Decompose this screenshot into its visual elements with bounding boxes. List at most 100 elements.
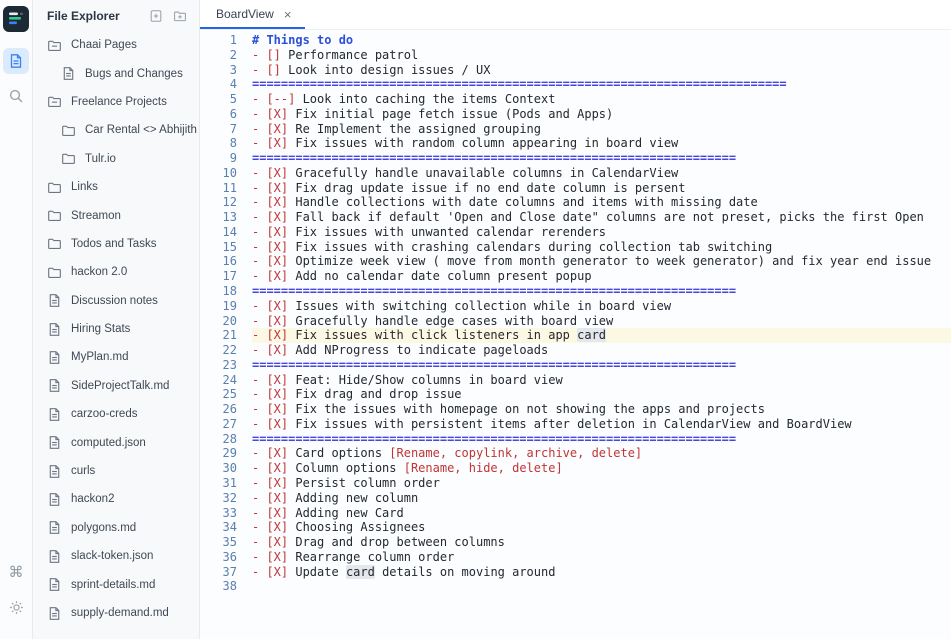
editor-line-code[interactable]: - [X] Drag and drop between columns xyxy=(252,535,951,550)
editor-line-code[interactable]: ========================================… xyxy=(252,284,951,299)
line-number[interactable]: 32 xyxy=(200,491,237,506)
editor-line[interactable]: 31 - [X] Persist column order xyxy=(200,476,951,491)
editor-line[interactable]: 20 - [X] Gracefully handle edge cases wit… xyxy=(200,314,951,329)
tab-close-icon[interactable]: × xyxy=(284,8,292,21)
editor-line[interactable]: 24 - [X] Feat: Hide/Show columns in board… xyxy=(200,373,951,388)
sidebar-item-curls[interactable]: curls xyxy=(33,457,199,485)
editor-line-code[interactable]: - [X] Fix the issues with homepage on no… xyxy=(252,402,951,417)
line-number[interactable]: 23 xyxy=(200,358,237,373)
line-number[interactable]: 5 xyxy=(200,92,237,107)
line-number[interactable]: 30 xyxy=(200,461,237,476)
line-number[interactable]: 29 xyxy=(200,446,237,461)
editor-line[interactable]: 6 - [X] Fix initial page fetch issue (Pod… xyxy=(200,107,951,122)
line-number[interactable]: 15 xyxy=(200,240,237,255)
editor-line-code[interactable]: - [X] Fix issues with random column appe… xyxy=(252,136,951,151)
editor-line-code[interactable]: - [X] Fix issues with crashing calendars… xyxy=(252,240,951,255)
editor-line[interactable]: 21 - [X] Fix issues with click listeners … xyxy=(200,328,951,344)
sidebar-item-freelance-projects[interactable]: Freelance Projects xyxy=(33,88,199,116)
settings-icon[interactable] xyxy=(3,594,29,620)
file-explorer-icon[interactable] xyxy=(3,48,29,74)
line-number[interactable]: 6 xyxy=(200,107,237,122)
tab-boardview[interactable]: BoardView × xyxy=(200,0,306,29)
line-number[interactable]: 35 xyxy=(200,535,237,550)
line-number[interactable]: 22 xyxy=(200,343,237,358)
editor-line[interactable]: 8 - [X] Fix issues with random column app… xyxy=(200,136,951,151)
editor-line[interactable]: 7 - [X] Re Implement the assigned groupin… xyxy=(200,122,951,137)
editor-line[interactable]: 13 - [X] Fall back if default 'Open and C… xyxy=(200,210,951,225)
editor-line[interactable]: 15 - [X] Fix issues with crashing calenda… xyxy=(200,240,951,255)
line-number[interactable]: 14 xyxy=(200,225,237,240)
editor-line-code[interactable]: - [X] Feat: Hide/Show columns in board v… xyxy=(252,373,951,388)
editor-line[interactable]: 36 - [X] Rearrange column order xyxy=(200,550,951,565)
line-number[interactable]: 20 xyxy=(200,314,237,329)
editor-line[interactable]: 10 - [X] Gracefully handle unavailable co… xyxy=(200,166,951,181)
editor-line-code[interactable]: - [X] Update card details on moving arou… xyxy=(252,564,951,580)
new-folder-icon[interactable] xyxy=(173,9,187,23)
editor-line-code[interactable]: - [X] Handle collections with date colum… xyxy=(252,195,951,210)
sidebar-item-hackon2[interactable]: hackon2 xyxy=(33,485,199,513)
line-number[interactable]: 16 xyxy=(200,254,237,269)
sidebar-item-slack-token-json[interactable]: slack-token.json xyxy=(33,542,199,570)
sidebar-item-sideprojecttalk-md[interactable]: SideProjectTalk.md xyxy=(33,372,199,400)
editor-line-code[interactable]: - [X] Adding new column xyxy=(252,491,951,506)
line-number[interactable]: 38 xyxy=(200,579,237,594)
editor-line-code[interactable]: - [X] Re Implement the assigned grouping xyxy=(252,122,951,137)
editor-line[interactable]: 23 ======================================… xyxy=(200,358,951,373)
line-number[interactable]: 24 xyxy=(200,373,237,388)
sidebar-item-computed-json[interactable]: computed.json xyxy=(33,428,199,456)
editor-line[interactable]: 14 - [X] Fix issues with unwanted calenda… xyxy=(200,225,951,240)
editor-line-code[interactable]: # Things to do xyxy=(252,33,951,48)
editor-line[interactable]: 30 - [X] Column options [Rename, hide, de… xyxy=(200,461,951,476)
editor-line-code[interactable]: - [X] Fix drag and drop issue xyxy=(252,387,951,402)
editor-line-code[interactable]: - [X] Fall back if default 'Open and Clo… xyxy=(252,210,951,225)
editor-line-code[interactable]: - [X] Fix issues with unwanted calendar … xyxy=(252,225,951,240)
line-number[interactable]: 18 xyxy=(200,284,237,299)
editor-line-code[interactable]: - [X] Gracefully handle unavailable colu… xyxy=(252,166,951,181)
line-number[interactable]: 10 xyxy=(200,166,237,181)
editor-line-code[interactable]: - [X] Persist column order xyxy=(252,476,951,491)
line-number[interactable]: 33 xyxy=(200,506,237,521)
line-number[interactable]: 9 xyxy=(200,151,237,166)
editor-line-code[interactable]: - [X] Column options [Rename, hide, dele… xyxy=(252,461,951,476)
editor-line-code[interactable]: - [X] Choosing Assignees xyxy=(252,520,951,535)
sidebar-item-car-rental-abhijith[interactable]: Car Rental <> Abhijith xyxy=(33,116,199,144)
editor-line-code[interactable]: - [X] Gracefully handle edge cases with … xyxy=(252,314,951,329)
sidebar-item-sprint-details-md[interactable]: sprint-details.md xyxy=(33,570,199,598)
sidebar-item-links[interactable]: Links xyxy=(33,173,199,201)
editor-line-code[interactable]: - [X] Card options [Rename, copylink, ar… xyxy=(252,446,951,461)
line-number[interactable]: 36 xyxy=(200,550,237,565)
editor-line[interactable]: 19 - [X] Issues with switching collection… xyxy=(200,299,951,314)
editor-line-code[interactable]: - [X] Issues with switching collection w… xyxy=(252,299,951,314)
line-number[interactable]: 28 xyxy=(200,432,237,447)
editor-line-code[interactable]: ========================================… xyxy=(252,432,951,447)
search-icon[interactable] xyxy=(3,83,29,109)
editor-line[interactable]: 33 - [X] Adding new Card xyxy=(200,506,951,521)
line-number[interactable]: 13 xyxy=(200,210,237,225)
line-number[interactable]: 31 xyxy=(200,476,237,491)
sidebar-item-polygons-md[interactable]: polygons.md xyxy=(33,514,199,542)
editor-line-code[interactable]: - [X] Fix drag update issue if no end da… xyxy=(252,181,951,196)
line-number[interactable]: 21 xyxy=(200,328,237,343)
editor-line-code[interactable]: - [X] Rearrange column order xyxy=(252,550,951,565)
editor-line-code[interactable]: - [X] Add no calendar date column presen… xyxy=(252,269,951,284)
editor-line[interactable]: 18 ======================================… xyxy=(200,284,951,299)
editor-line[interactable]: 17 - [X] Add no calendar date column pres… xyxy=(200,269,951,284)
line-number[interactable]: 8 xyxy=(200,136,237,151)
editor-line[interactable]: 3 - [] Look into design issues / UX xyxy=(200,63,951,78)
editor-line[interactable]: 12 - [X] Handle collections with date col… xyxy=(200,195,951,210)
editor-line[interactable]: 16 - [X] Optimize week view ( move from m… xyxy=(200,254,951,269)
editor-line-code[interactable]: ========================================… xyxy=(252,358,951,373)
editor-line[interactable]: 9 =======================================… xyxy=(200,151,951,166)
line-number[interactable]: 26 xyxy=(200,402,237,417)
editor-line[interactable]: 5 - [--] Look into caching the items Cont… xyxy=(200,92,951,107)
sidebar-item-hackon-2-0[interactable]: hackon 2.0 xyxy=(33,258,199,286)
line-number[interactable]: 11 xyxy=(200,181,237,196)
editor-line[interactable]: 1 # Things to do xyxy=(200,33,951,48)
line-number[interactable]: 34 xyxy=(200,520,237,535)
sidebar-item-bugs-and-changes[interactable]: Bugs and Changes xyxy=(33,59,199,87)
line-number[interactable]: 12 xyxy=(200,195,237,210)
line-number[interactable]: 7 xyxy=(200,122,237,137)
command-icon[interactable]: ⌘ xyxy=(3,559,29,585)
editor-line-code[interactable]: - [X] Fix issues with persistent items a… xyxy=(252,417,951,432)
editor-line-code[interactable]: - [] Performance patrol xyxy=(252,48,951,63)
